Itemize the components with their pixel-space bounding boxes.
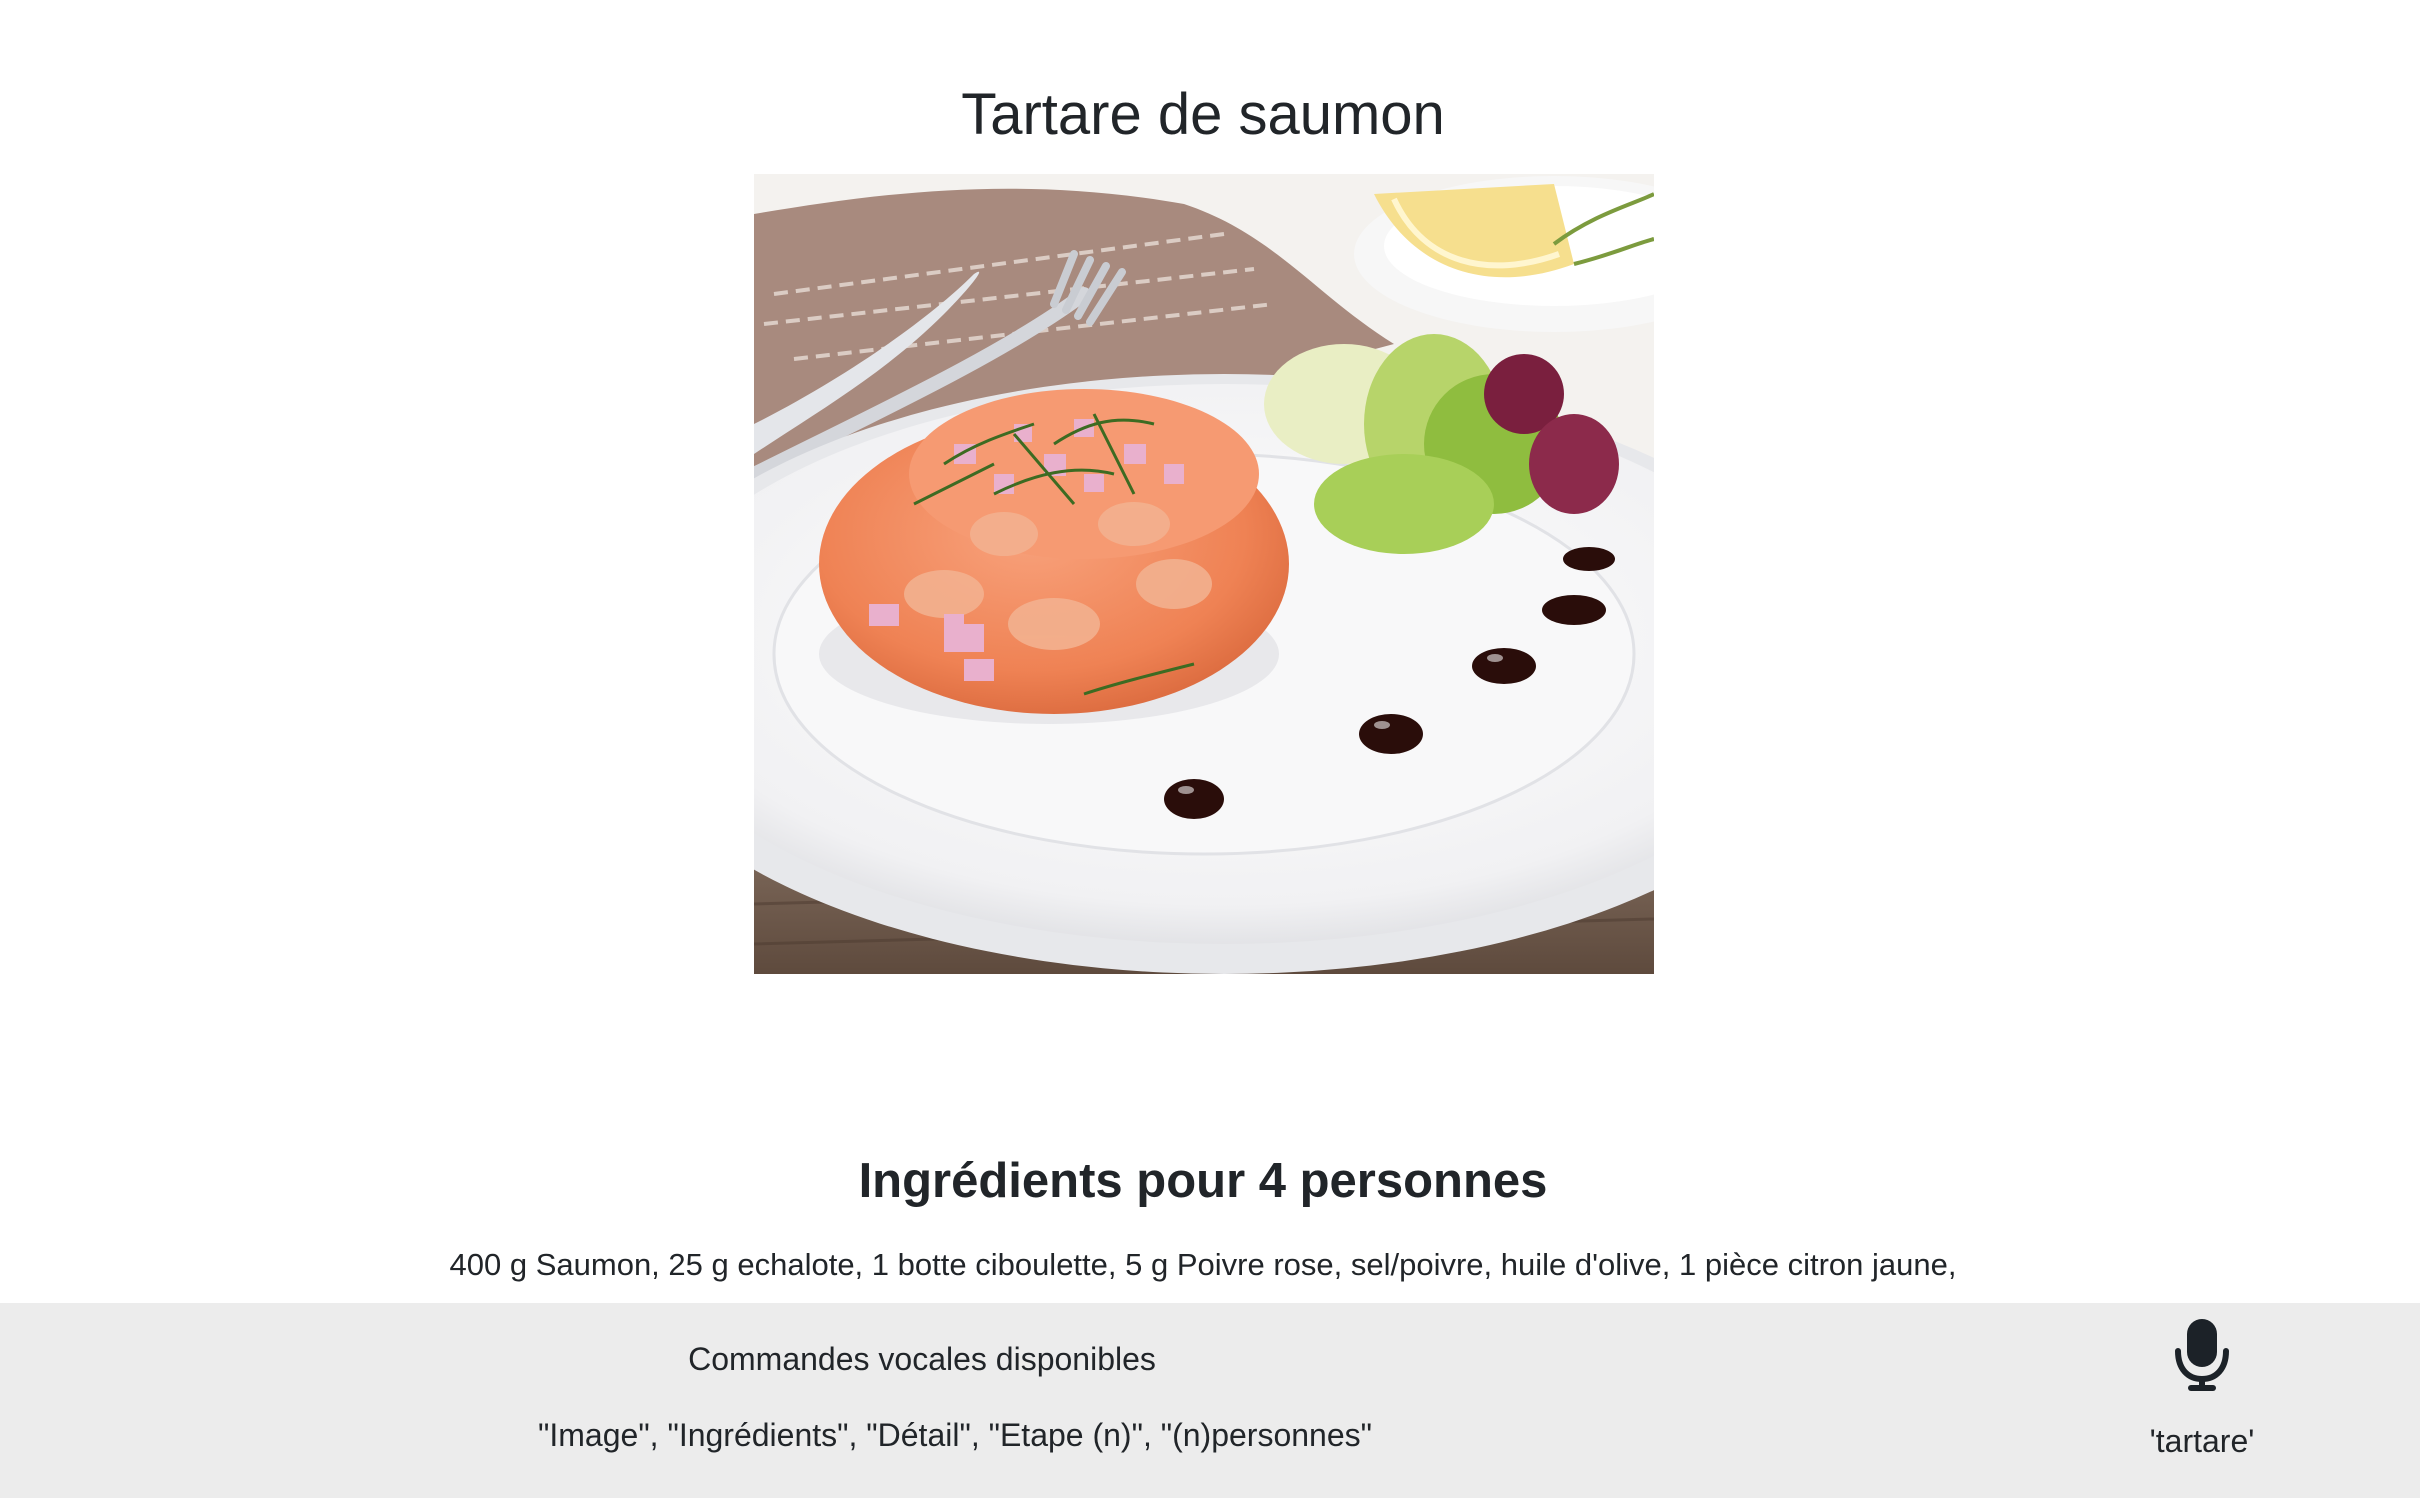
ingredients-heading: Ingrédients pour 4 personnes bbox=[858, 1153, 1548, 1208]
voice-commands-list: "Image", "Ingrédients", "Détail", "Etape… bbox=[538, 1417, 1372, 1453]
ingredients-list: 400 g Saumon, 25 g echalote, 1 botte cib… bbox=[449, 1247, 1957, 1282]
voice-commands-title: Commandes vocales disponibles bbox=[688, 1341, 1156, 1377]
voice-commands-bar: Commandes vocales disponibles "Image", "… bbox=[0, 1303, 2420, 1498]
recognized-speech: 'tartare' bbox=[2149, 1423, 2255, 1459]
page-title: Tartare de saumon bbox=[961, 81, 1445, 147]
microphone-icon[interactable] bbox=[2172, 1319, 2232, 1393]
recipe-image bbox=[754, 174, 1654, 974]
